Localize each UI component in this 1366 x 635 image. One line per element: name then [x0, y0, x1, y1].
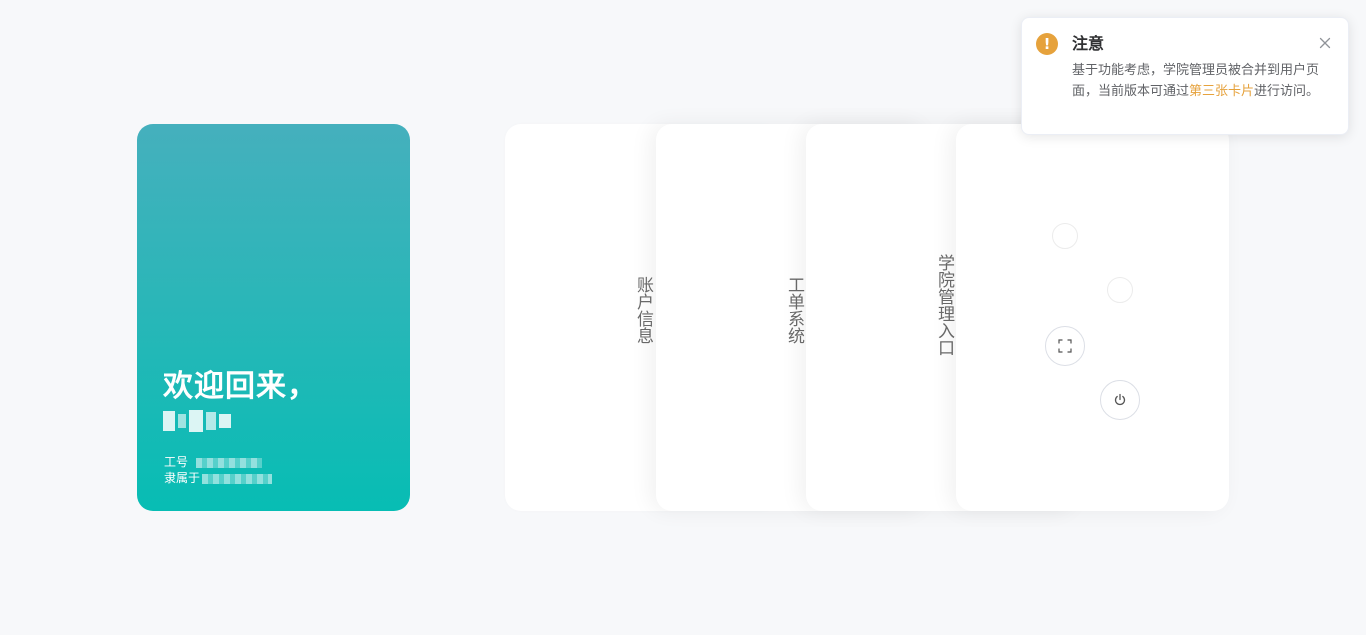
user-name-redacted [163, 408, 233, 434]
power-icon [1114, 393, 1126, 406]
close-button[interactable] [1318, 35, 1332, 49]
notification-body: 基于功能考虑，学院管理员被合并到用户页面，当前版本可通过第三张卡片进行访问。 [1072, 60, 1322, 102]
employee-id-row: 工号 [164, 455, 263, 470]
welcome-card: 欢迎回来， 工号 隶属于 [137, 124, 410, 511]
notification-title: 注意 [1072, 34, 1105, 53]
fullscreen-button[interactable] [1045, 326, 1085, 366]
page: 欢迎回来， 工号 隶属于 账户信息 工单系统 学院管理入口 ! 注意 基于功能考… [0, 0, 1366, 635]
belongs-to-redacted [202, 473, 273, 484]
card-controls [956, 124, 1229, 511]
logout-button[interactable] [1100, 380, 1140, 420]
blank-circle-button[interactable] [1052, 223, 1078, 249]
fullscreen-icon [1058, 339, 1072, 353]
close-icon [1319, 37, 1331, 49]
card-ticket-system-label: 工单系统 [784, 276, 804, 344]
card-college-admin-label: 学院管理入口 [934, 254, 954, 356]
blank-circle-button[interactable] [1107, 277, 1133, 303]
belongs-to-row: 隶属于 [164, 471, 273, 486]
employee-id-redacted [196, 457, 263, 468]
notification-toast: ! 注意 基于功能考虑，学院管理员被合并到用户页面，当前版本可通过第三张卡片进行… [1021, 17, 1349, 135]
third-card-link[interactable]: 第三张卡片 [1189, 84, 1254, 99]
notification-text-after: 进行访问。 [1254, 84, 1320, 99]
card-account-info-label: 账户信息 [633, 276, 653, 344]
warning-icon: ! [1036, 33, 1058, 55]
employee-id-label: 工号 [164, 455, 189, 469]
belongs-to-label: 隶属于 [164, 471, 201, 485]
welcome-greeting: 欢迎回来， [163, 369, 318, 404]
